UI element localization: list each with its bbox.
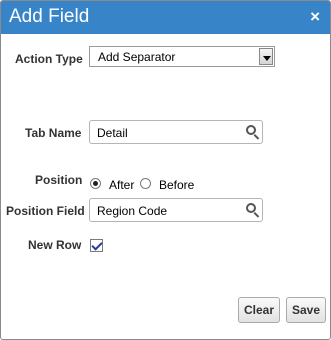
tab-name-label: Tab Name xyxy=(25,126,82,140)
action-type-value: Add Separator xyxy=(98,50,176,64)
search-icon[interactable] xyxy=(246,125,256,135)
dialog-titlebar: Add Field × xyxy=(1,1,330,34)
save-button[interactable]: Save xyxy=(286,297,326,323)
dialog-title: Add Field xyxy=(9,6,90,27)
add-field-dialog: Add Field × Action Type Add Separator Ta… xyxy=(0,0,331,340)
new-row-checkbox[interactable] xyxy=(90,239,103,252)
clear-button[interactable]: Clear xyxy=(238,297,280,323)
position-after-radio[interactable] xyxy=(90,178,101,189)
position-before-radio[interactable] xyxy=(140,178,151,189)
dropdown-arrow-icon[interactable] xyxy=(259,48,273,65)
action-type-select[interactable]: Add Separator xyxy=(89,46,275,67)
action-type-label: Action Type xyxy=(15,52,83,66)
position-field-input[interactable]: Region Code xyxy=(89,198,263,222)
position-label: Position xyxy=(35,173,83,187)
search-icon[interactable] xyxy=(246,203,256,213)
new-row-label: New Row xyxy=(28,238,82,252)
tab-name-value: Detail xyxy=(97,126,128,140)
position-field-label: Position Field xyxy=(6,204,85,218)
position-field-value: Region Code xyxy=(97,204,168,218)
position-before-label[interactable]: Before xyxy=(159,178,194,192)
position-after-label[interactable]: After xyxy=(109,178,134,192)
close-icon[interactable]: × xyxy=(310,7,320,27)
tab-name-field[interactable]: Detail xyxy=(89,120,263,144)
